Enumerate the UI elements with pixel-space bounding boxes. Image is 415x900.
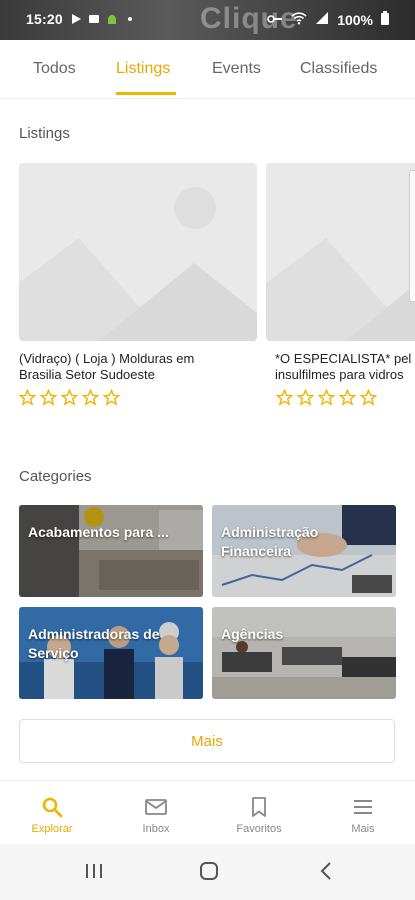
star-icon	[297, 389, 314, 406]
dot-icon	[124, 12, 136, 24]
tab-events[interactable]: Events	[212, 60, 261, 78]
battery-icon	[381, 11, 389, 28]
android-icon	[106, 12, 118, 24]
listing-card[interactable]: (Vidraço) ( Loja ) Molduras em Brasilia …	[19, 163, 257, 406]
star-icon	[61, 389, 78, 406]
listing-image-placeholder	[19, 163, 257, 341]
star-icon	[360, 389, 377, 406]
vpn-key-icon	[267, 12, 283, 28]
wifi-icon	[291, 11, 307, 28]
nav-favoritos[interactable]: Favoritos	[214, 795, 304, 835]
nav-label: Favoritos	[236, 823, 282, 835]
listing-title-line1: (Vidraço) ( Loja ) Molduras em	[19, 351, 195, 366]
status-bar: 15:20 Clique 100%	[0, 0, 415, 40]
star-icon	[276, 389, 293, 406]
rating-stars	[19, 389, 257, 406]
nav-label: Explorar	[31, 823, 73, 835]
listing-title-line2: Brasilia Setor Sudoeste	[19, 367, 155, 382]
star-icon	[19, 389, 36, 406]
menu-icon	[354, 800, 372, 814]
category-label: Agências	[221, 626, 284, 642]
star-icon	[103, 389, 120, 406]
categories-section-title: Categories	[19, 468, 92, 485]
home-icon[interactable]	[198, 860, 220, 887]
category-label: Administração Financeira	[221, 524, 319, 559]
mail-icon	[145, 799, 167, 815]
back-icon[interactable]	[316, 860, 336, 887]
nav-label: Inbox	[142, 823, 170, 835]
nav-mais[interactable]: Mais	[318, 795, 408, 835]
star-icon	[339, 389, 356, 406]
listing-card[interactable]: *O ESPECIALISTA* pel insulfilmes para vi…	[266, 163, 415, 406]
bookmark-icon	[252, 797, 266, 817]
category-card-agencias[interactable]: Agências	[212, 607, 396, 699]
star-icon	[318, 389, 335, 406]
nav-explorar[interactable]: Explorar	[7, 795, 97, 835]
active-tab-indicator	[116, 92, 176, 95]
nav-inbox[interactable]: Inbox	[111, 795, 201, 835]
category-card-administradoras[interactable]: Administradoras de Serviço	[19, 607, 203, 699]
signal-icon	[315, 11, 329, 28]
category-label: Administradoras de Serviço	[28, 626, 160, 661]
search-icon	[42, 797, 63, 818]
recent-apps-icon[interactable]	[84, 860, 104, 887]
more-categories-button[interactable]: Mais	[19, 719, 395, 763]
listings-section-title: Listings	[19, 125, 70, 142]
category-label: Acabamentos para ...	[28, 524, 169, 540]
horizontal-scroll-hint	[409, 170, 415, 302]
bottom-navigation: Explorar Inbox Favoritos Mais	[0, 780, 415, 845]
tab-todos[interactable]: Todos	[33, 60, 76, 78]
notification-icon	[88, 12, 100, 24]
tab-classifieds[interactable]: Classifieds	[300, 60, 377, 78]
rating-stars	[276, 389, 415, 406]
play-icon	[70, 12, 82, 24]
category-card-acabamentos[interactable]: Acabamentos para ...	[19, 505, 203, 597]
listing-image-placeholder	[266, 163, 415, 341]
listing-title-line2: insulfilmes para vidros	[275, 367, 404, 382]
listing-title-line1: *O ESPECIALISTA* pel	[275, 351, 412, 366]
star-icon	[82, 389, 99, 406]
tab-listings[interactable]: Listings	[116, 60, 170, 78]
nav-label: Mais	[351, 823, 375, 835]
battery-level: 100%	[337, 11, 373, 28]
category-card-administracao-financeira[interactable]: Administração Financeira	[212, 505, 396, 597]
system-navigation-bar	[0, 844, 415, 900]
star-icon	[40, 389, 57, 406]
tab-bar: Todos Listings Events Classifieds	[0, 40, 415, 99]
status-time: 15:20	[26, 11, 63, 27]
